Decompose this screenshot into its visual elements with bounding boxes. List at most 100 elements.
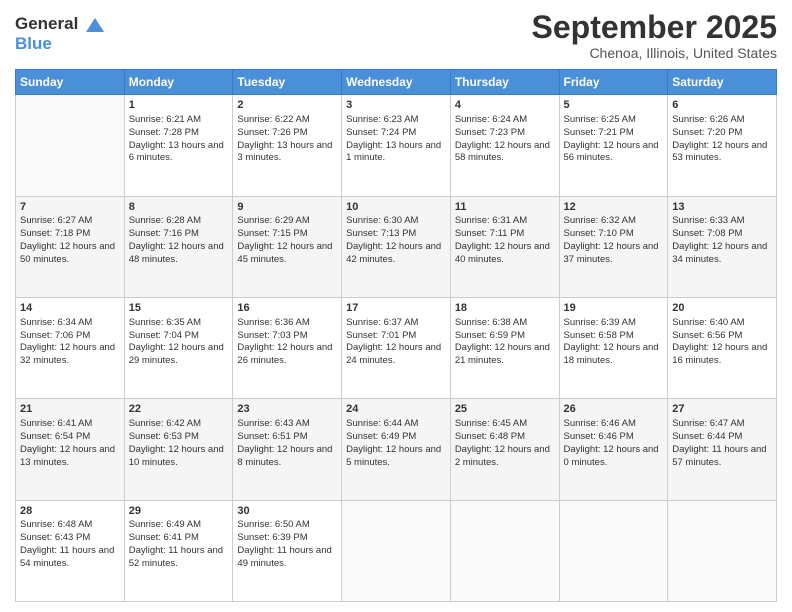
daylight-text: Daylight: 12 hours and 8 minutes. [237, 444, 337, 470]
daylight-text: Daylight: 12 hours and 13 minutes. [20, 444, 120, 470]
daylight-text: Daylight: 13 hours and 6 minutes. [129, 140, 229, 166]
table-row: 30Sunrise: 6:50 AMSunset: 6:39 PMDayligh… [233, 500, 342, 601]
day-number: 8 [129, 200, 229, 215]
sunrise-text: Sunrise: 6:25 AM [564, 114, 664, 127]
day-number: 18 [455, 301, 555, 316]
sunrise-text: Sunrise: 6:23 AM [346, 114, 446, 127]
sunrise-text: Sunrise: 6:28 AM [129, 215, 229, 228]
table-row: 13Sunrise: 6:33 AMSunset: 7:08 PMDayligh… [668, 196, 777, 297]
sunrise-text: Sunrise: 6:37 AM [346, 317, 446, 330]
table-row: 24Sunrise: 6:44 AMSunset: 6:49 PMDayligh… [342, 399, 451, 500]
title-block: September 2025 Chenoa, Illinois, United … [532, 10, 777, 61]
sunset-text: Sunset: 6:48 PM [455, 431, 555, 444]
day-number: 29 [129, 504, 229, 519]
sunset-text: Sunset: 6:58 PM [564, 330, 664, 343]
daylight-text: Daylight: 12 hours and 24 minutes. [346, 342, 446, 368]
sunrise-text: Sunrise: 6:31 AM [455, 215, 555, 228]
table-row: 29Sunrise: 6:49 AMSunset: 6:41 PMDayligh… [124, 500, 233, 601]
sunset-text: Sunset: 7:03 PM [237, 330, 337, 343]
daylight-text: Daylight: 12 hours and 10 minutes. [129, 444, 229, 470]
sunset-text: Sunset: 6:39 PM [237, 532, 337, 545]
day-number: 13 [672, 200, 772, 215]
sunset-text: Sunset: 7:24 PM [346, 127, 446, 140]
table-row: 10Sunrise: 6:30 AMSunset: 7:13 PMDayligh… [342, 196, 451, 297]
logo-text: General Blue [15, 14, 106, 53]
day-number: 27 [672, 402, 772, 417]
daylight-text: Daylight: 12 hours and 56 minutes. [564, 140, 664, 166]
table-row: 27Sunrise: 6:47 AMSunset: 6:44 PMDayligh… [668, 399, 777, 500]
calendar-week-row: 28Sunrise: 6:48 AMSunset: 6:43 PMDayligh… [16, 500, 777, 601]
sunset-text: Sunset: 6:59 PM [455, 330, 555, 343]
day-number: 25 [455, 402, 555, 417]
table-row [342, 500, 451, 601]
day-number: 24 [346, 402, 446, 417]
day-number: 23 [237, 402, 337, 417]
table-row: 6Sunrise: 6:26 AMSunset: 7:20 PMDaylight… [668, 95, 777, 196]
sunrise-text: Sunrise: 6:49 AM [129, 519, 229, 532]
table-row: 4Sunrise: 6:24 AMSunset: 7:23 PMDaylight… [450, 95, 559, 196]
day-number: 15 [129, 301, 229, 316]
main-title: September 2025 [532, 10, 777, 45]
day-number: 17 [346, 301, 446, 316]
day-number: 10 [346, 200, 446, 215]
day-number: 12 [564, 200, 664, 215]
sunrise-text: Sunrise: 6:40 AM [672, 317, 772, 330]
sunrise-text: Sunrise: 6:34 AM [20, 317, 120, 330]
sunrise-text: Sunrise: 6:42 AM [129, 418, 229, 431]
daylight-text: Daylight: 12 hours and 21 minutes. [455, 342, 555, 368]
col-friday: Friday [559, 70, 668, 95]
table-row: 7Sunrise: 6:27 AMSunset: 7:18 PMDaylight… [16, 196, 125, 297]
sunset-text: Sunset: 7:06 PM [20, 330, 120, 343]
day-number: 6 [672, 98, 772, 113]
sunrise-text: Sunrise: 6:48 AM [20, 519, 120, 532]
table-row [450, 500, 559, 601]
sunset-text: Sunset: 7:26 PM [237, 127, 337, 140]
sunrise-text: Sunrise: 6:47 AM [672, 418, 772, 431]
subtitle: Chenoa, Illinois, United States [532, 45, 777, 61]
sunrise-text: Sunrise: 6:21 AM [129, 114, 229, 127]
sunrise-text: Sunrise: 6:36 AM [237, 317, 337, 330]
sunset-text: Sunset: 6:46 PM [564, 431, 664, 444]
daylight-text: Daylight: 12 hours and 37 minutes. [564, 241, 664, 267]
day-number: 3 [346, 98, 446, 113]
table-row: 2Sunrise: 6:22 AMSunset: 7:26 PMDaylight… [233, 95, 342, 196]
sunrise-text: Sunrise: 6:44 AM [346, 418, 446, 431]
day-number: 9 [237, 200, 337, 215]
sunset-text: Sunset: 7:23 PM [455, 127, 555, 140]
sunset-text: Sunset: 6:51 PM [237, 431, 337, 444]
day-number: 30 [237, 504, 337, 519]
table-row: 5Sunrise: 6:25 AMSunset: 7:21 PMDaylight… [559, 95, 668, 196]
sunset-text: Sunset: 7:28 PM [129, 127, 229, 140]
day-number: 22 [129, 402, 229, 417]
table-row [559, 500, 668, 601]
sunrise-text: Sunrise: 6:24 AM [455, 114, 555, 127]
logo: General Blue [15, 14, 106, 53]
day-number: 14 [20, 301, 120, 316]
header: General Blue September 2025 Chenoa, Illi… [15, 10, 777, 61]
table-row: 12Sunrise: 6:32 AMSunset: 7:10 PMDayligh… [559, 196, 668, 297]
sunset-text: Sunset: 6:43 PM [20, 532, 120, 545]
sunset-text: Sunset: 7:04 PM [129, 330, 229, 343]
daylight-text: Daylight: 12 hours and 32 minutes. [20, 342, 120, 368]
table-row: 18Sunrise: 6:38 AMSunset: 6:59 PMDayligh… [450, 297, 559, 398]
col-sunday: Sunday [16, 70, 125, 95]
table-row: 15Sunrise: 6:35 AMSunset: 7:04 PMDayligh… [124, 297, 233, 398]
daylight-text: Daylight: 12 hours and 50 minutes. [20, 241, 120, 267]
daylight-text: Daylight: 12 hours and 2 minutes. [455, 444, 555, 470]
sunset-text: Sunset: 7:08 PM [672, 228, 772, 241]
sunrise-text: Sunrise: 6:29 AM [237, 215, 337, 228]
day-number: 2 [237, 98, 337, 113]
sunset-text: Sunset: 6:56 PM [672, 330, 772, 343]
sunrise-text: Sunrise: 6:30 AM [346, 215, 446, 228]
day-number: 26 [564, 402, 664, 417]
day-number: 20 [672, 301, 772, 316]
calendar-header-row: Sunday Monday Tuesday Wednesday Thursday… [16, 70, 777, 95]
table-row: 11Sunrise: 6:31 AMSunset: 7:11 PMDayligh… [450, 196, 559, 297]
daylight-text: Daylight: 12 hours and 48 minutes. [129, 241, 229, 267]
table-row: 14Sunrise: 6:34 AMSunset: 7:06 PMDayligh… [16, 297, 125, 398]
sunset-text: Sunset: 6:44 PM [672, 431, 772, 444]
table-row: 28Sunrise: 6:48 AMSunset: 6:43 PMDayligh… [16, 500, 125, 601]
daylight-text: Daylight: 12 hours and 5 minutes. [346, 444, 446, 470]
sunset-text: Sunset: 6:49 PM [346, 431, 446, 444]
col-thursday: Thursday [450, 70, 559, 95]
